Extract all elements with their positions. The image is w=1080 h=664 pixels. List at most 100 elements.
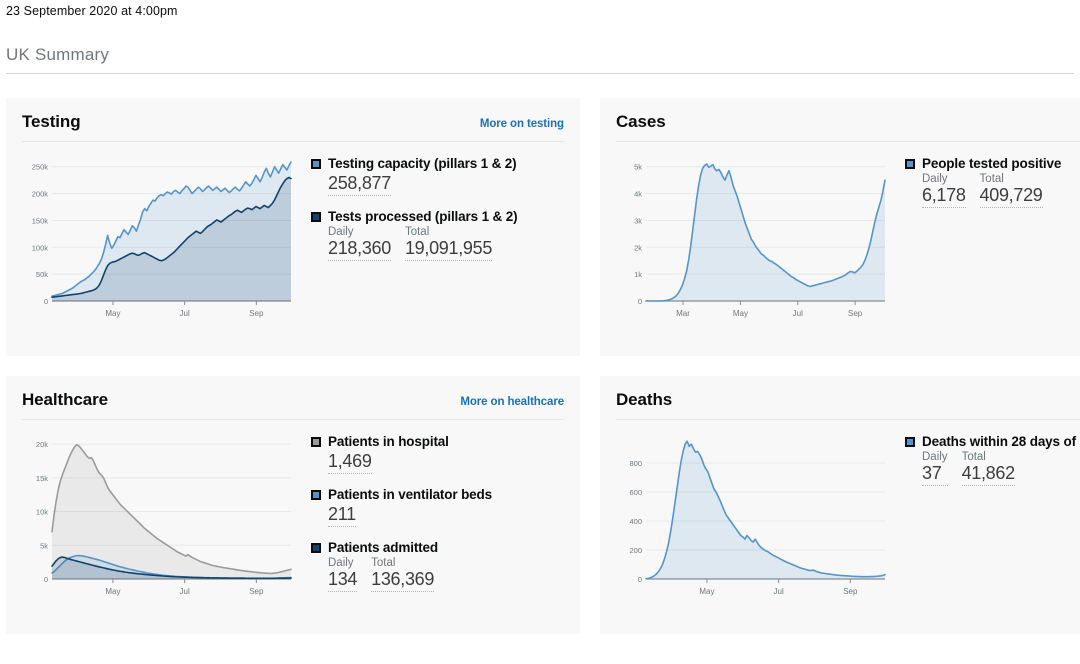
value-column: Daily 6,178 [922, 173, 966, 208]
svg-text:4k: 4k [634, 190, 642, 199]
svg-text:Sep: Sep [848, 309, 863, 318]
svg-text:200: 200 [629, 546, 642, 555]
metric-label: Tests processed (pillars 1 & 2) [328, 209, 518, 224]
svg-text:20k: 20k [36, 440, 48, 449]
metric: Patients admitted Daily 134 Total 136,369 [311, 540, 564, 592]
metric-header: Tests processed (pillars 1 & 2) [311, 209, 564, 224]
svg-text:0: 0 [638, 297, 642, 306]
svg-text:0: 0 [638, 575, 642, 584]
metric-label: Deaths within 28 days of pos [922, 434, 1080, 449]
value-number: 211 [328, 504, 356, 527]
cases-chart-svg: 0 1k 2k 3k 4k 5k Mar May Jul Sep [634, 163, 886, 318]
value-label: Daily [328, 557, 354, 569]
metric: Patients in ventilator beds 211 [311, 487, 564, 527]
metric-values: Daily 6,178 Total 409,729 [905, 173, 1080, 208]
header-divider [6, 73, 1074, 74]
value-number: 218,360 [328, 238, 391, 261]
metric-header: People tested positive [905, 156, 1080, 171]
svg-text:May: May [105, 309, 120, 318]
panel-deaths-header: Deaths [616, 390, 1080, 419]
metric-header: Patients in hospital [311, 434, 564, 449]
panel-deaths-body: 0 200 400 600 800 May Jul Sep Deaths within 28 … [616, 426, 1080, 601]
value-number: 37 [922, 463, 948, 486]
summary-header: UK Summary [6, 45, 1074, 74]
panel-cases-header: Cases [616, 112, 1080, 141]
value-column: Daily 134 [328, 557, 357, 592]
value-label: Daily [922, 451, 948, 463]
deaths-metrics: Deaths within 28 days of pos Daily37 Total… [891, 426, 1080, 601]
value-number: 6,178 [922, 185, 966, 208]
svg-text:1k: 1k [634, 270, 642, 279]
value-column: Daily 218,360 [328, 226, 391, 261]
testing-chart[interactable]: 0 50k 100k 150k 200k 250k May Jul Sep [22, 148, 297, 323]
panel-title: Deaths [616, 390, 673, 409]
panel-cases-body: 0 1k 2k 3k 4k 5k Mar May Jul Sep People tested po… [616, 148, 1080, 323]
svg-text:Mar: Mar [676, 309, 690, 318]
value-column: Total 19,091,955 [404, 226, 492, 261]
healthcare-metrics: Patients in hospital 1,469 Patients in ven… [297, 426, 564, 605]
panel-row-top: Testing More on testing 0 50k 100k 150k 200k… [6, 98, 1080, 356]
value-column: Total 136,369 [371, 557, 434, 592]
metric-label: Patients in ventilator beds [328, 487, 492, 502]
more-on-healthcare-link[interactable]: More on healthcare [460, 396, 564, 408]
value-column: Total 41,862 [961, 451, 1015, 486]
more-on-testing-link[interactable]: More on testing [480, 118, 564, 130]
value-number: 409,729 [979, 185, 1043, 208]
svg-text:50k: 50k [36, 270, 48, 279]
svg-text:800: 800 [629, 459, 642, 468]
value-column: Total 409,729 [979, 173, 1043, 208]
panel-divider [22, 141, 564, 142]
svg-text:5k: 5k [40, 541, 48, 550]
value-number: 258,877 [328, 173, 391, 196]
svg-text:600: 600 [629, 488, 642, 497]
panel-testing: Testing More on testing 0 50k 100k 150k 200k… [6, 98, 580, 356]
metric: People tested positive Daily 6,178 Total 409… [905, 156, 1080, 208]
value-column: 1,469 [328, 451, 372, 474]
metric-header: Patients in ventilator beds [311, 487, 564, 502]
legend-swatch-icon [311, 436, 321, 447]
panel-testing-body: 0 50k 100k 150k 200k 250k May Jul Sep Testing ca… [22, 148, 564, 323]
metric-label: Patients in hospital [328, 434, 449, 449]
deaths-chart-svg: 0 200 400 600 800 May Jul Sep [629, 440, 886, 596]
svg-text:250k: 250k [32, 163, 49, 172]
panel-title: Cases [616, 112, 666, 131]
svg-text:May: May [105, 587, 120, 596]
svg-text:2k: 2k [634, 243, 642, 252]
svg-text:Jul: Jul [180, 587, 190, 596]
value-label: Total [404, 226, 430, 238]
panel-cases: Cases 0 1k 2k 3k 4k 5k Mar May Jul Sep People tes… [600, 98, 1080, 356]
panel-deaths: Deaths 0 200 400 600 800 May Jul Sep Deaths wit… [600, 376, 1080, 634]
svg-text:May: May [733, 309, 748, 318]
svg-text:May: May [699, 587, 714, 596]
value-column: Daily 37 [922, 451, 948, 486]
metric-header: Testing capacity (pillars 1 & 2) [311, 156, 564, 171]
svg-text:0: 0 [44, 575, 48, 584]
panel-grid: Testing More on testing 0 50k 100k 150k 200k… [6, 98, 1080, 654]
value-number: 136,369 [371, 569, 434, 592]
page-title: UK Summary [6, 45, 110, 64]
healthcare-chart[interactable]: 0 5k 10k 15k 20k May Jul Sep [22, 426, 297, 605]
panel-healthcare: Healthcare More on healthcare 0 5k 10k 15k 2… [6, 376, 580, 634]
value-number: 1,469 [328, 451, 372, 474]
metric-header: Patients admitted [311, 540, 564, 555]
testing-chart-svg: 0 50k 100k 150k 200k 250k May Jul Sep [32, 161, 292, 318]
metric: Testing capacity (pillars 1 & 2) 258,877 [311, 156, 564, 196]
panel-title: Testing [22, 112, 81, 131]
panel-row-bottom: Healthcare More on healthcare 0 5k 10k 15k 2… [6, 376, 1080, 634]
svg-text:15k: 15k [36, 474, 48, 483]
panel-title: Healthcare [22, 390, 108, 409]
legend-swatch-icon [311, 542, 321, 553]
value-column: 258,877 [328, 173, 391, 196]
metric-values: Daily 134 Total 136,369 [311, 557, 564, 592]
cases-chart[interactable]: 0 1k 2k 3k 4k 5k Mar May Jul Sep [616, 148, 891, 323]
uk-summary-dashboard: 23 September 2020 at 4:00pm UK Summary T… [0, 0, 1080, 664]
panel-divider [22, 419, 564, 420]
panel-testing-header: Testing More on testing [22, 112, 564, 141]
svg-text:5k: 5k [634, 163, 642, 172]
value-label: Total [979, 173, 1004, 185]
metric-values: 1,469 [311, 451, 564, 474]
metric: Tests processed (pillars 1 & 2) Daily 218,… [311, 209, 564, 261]
value-number: 41,862 [961, 463, 1015, 486]
timestamp: 23 September 2020 at 4:00pm [6, 4, 178, 18]
deaths-chart[interactable]: 0 200 400 600 800 May Jul Sep [616, 426, 891, 601]
